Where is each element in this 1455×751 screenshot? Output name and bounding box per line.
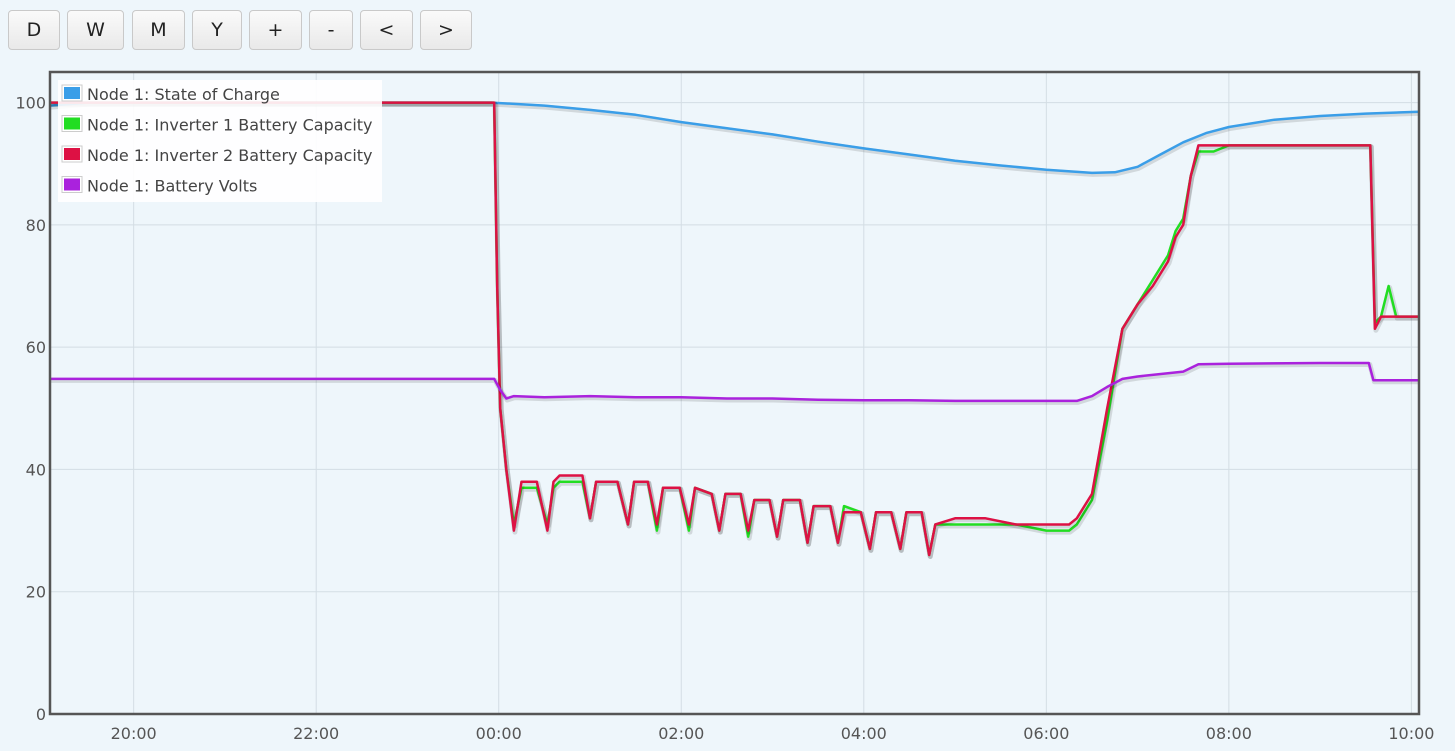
- line-chart: 20:00 22:00 00:00 02:00 04:00 06:00 08:00 10:00…: [15, 70, 1434, 743]
- legend[interactable]: Node 1: State of Charge Node 1: Inverter …: [58, 80, 382, 202]
- x-tick-label: 22:00: [293, 724, 339, 743]
- x-tick-label: 00:00: [476, 724, 522, 743]
- x-tick-label: 04:00: [841, 724, 887, 743]
- y-tick-label: 0: [36, 705, 46, 724]
- legend-swatch: [64, 117, 80, 130]
- y-tick-label: 20: [26, 583, 46, 602]
- y-tick-label: 60: [26, 338, 46, 357]
- legend-entry[interactable]: Node 1: Battery Volts: [87, 177, 257, 196]
- legend-swatch: [64, 178, 80, 191]
- y-tick-label: 100: [15, 94, 46, 113]
- legend-swatch: [64, 148, 80, 160]
- x-tick-label: 20:00: [111, 724, 157, 743]
- y-tick-label: 80: [26, 216, 46, 235]
- series-shadow: [51, 362, 1420, 405]
- legend-entry[interactable]: Node 1: State of Charge: [87, 85, 280, 104]
- x-tick-label: 02:00: [658, 724, 704, 743]
- legend-swatch: [64, 87, 80, 99]
- legend-entry[interactable]: Node 1: Inverter 2 Battery Capacity: [87, 146, 373, 165]
- x-tick-label: 08:00: [1206, 724, 1252, 743]
- x-tick-label: 10:00: [1388, 724, 1434, 743]
- y-tick-label: 40: [26, 460, 46, 479]
- legend-entry[interactable]: Node 1: Inverter 1 Battery Capacity: [87, 116, 373, 135]
- x-tick-label: 06:00: [1023, 724, 1069, 743]
